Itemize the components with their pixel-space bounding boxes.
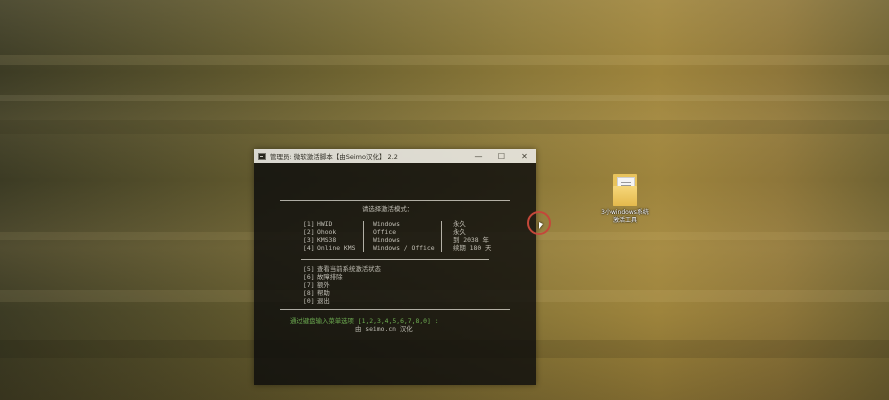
option-label: 退出: [317, 297, 330, 305]
desktop-background: 管理员: 微软激活脚本【由Seimo汉化】 2.2 — ☐ ✕ 请选择激活模式：…: [0, 0, 889, 400]
console-output[interactable]: 请选择激活模式： [1] HWID Windows 永久 [2] Ohook O…: [254, 163, 536, 385]
option-name: Online KMS: [317, 244, 356, 252]
close-button[interactable]: ✕: [513, 149, 536, 163]
console-title: 管理员: 微软激活脚本【由Seimo汉化】 2.2: [270, 153, 398, 161]
minimize-button[interactable]: —: [467, 149, 490, 163]
separator-top: [280, 200, 510, 201]
desktop-icon-activation-tool[interactable]: 3小windows系统 激活工具: [600, 172, 650, 224]
column-divider: [441, 221, 442, 252]
option-key: [0]: [303, 297, 315, 305]
console-title-bar[interactable]: 管理员: 微软激活脚本【由Seimo汉化】 2.2 — ☐ ✕: [254, 149, 536, 163]
desktop-icon-label-line2: 激活工具: [612, 216, 637, 224]
separator-bottom: [280, 309, 510, 310]
menu-prompt: 请选择激活模式：: [362, 205, 414, 213]
column-divider: [363, 221, 364, 252]
desktop-icon-label-line1: 3小windows系统: [601, 209, 649, 216]
option-duration: 续期 180 天: [453, 244, 492, 252]
terminal-icon: [258, 152, 266, 160]
credit-line: 由 seimo.cn 汉化: [355, 325, 413, 333]
maximize-button[interactable]: ☐: [490, 149, 513, 163]
folder-document-icon: [610, 172, 640, 208]
mouse-cursor-icon: [539, 222, 543, 229]
desktop-icon-label: 3小windows系统 激活工具: [600, 209, 650, 224]
console-window[interactable]: 管理员: 微软激活脚本【由Seimo汉化】 2.2 — ☐ ✕ 请选择激活模式：…: [254, 149, 536, 385]
window-controls: — ☐ ✕: [467, 149, 536, 163]
separator-middle: [301, 259, 489, 260]
option-key: [4]: [303, 244, 315, 252]
option-target: Windows / Office: [373, 244, 435, 252]
